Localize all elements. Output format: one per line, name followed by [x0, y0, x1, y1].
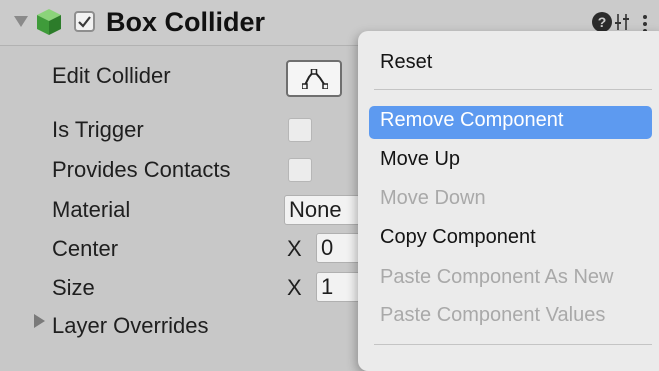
menu-item-remove-component-label: Remove Component — [380, 109, 564, 131]
provides-contacts-checkbox[interactable] — [288, 158, 312, 182]
menu-separator — [374, 89, 652, 90]
menu-item-remove-component[interactable]: Remove Component — [369, 106, 652, 139]
help-icon[interactable]: ? — [591, 11, 613, 33]
menu-item-paste-as-new: Paste Component As New — [380, 266, 614, 288]
material-label: Material — [52, 197, 131, 222]
provides-contacts-label: Provides Contacts — [52, 157, 231, 182]
menu-item-paste-values: Paste Component Values — [380, 304, 606, 326]
foldout-arrow-icon[interactable] — [14, 16, 28, 27]
layer-overrides-foldout-icon[interactable] — [34, 314, 45, 328]
checkmark-icon — [78, 16, 91, 28]
edit-collider-button[interactable] — [286, 60, 342, 97]
center-x-axis-label: X — [287, 236, 302, 261]
size-x-axis-label: X — [287, 275, 302, 300]
layer-overrides-label[interactable]: Layer Overrides — [52, 313, 209, 339]
is-trigger-label: Is Trigger — [52, 117, 144, 142]
presets-icon[interactable] — [613, 10, 635, 32]
svg-text:?: ? — [598, 14, 607, 30]
is-trigger-checkbox[interactable] — [288, 118, 312, 142]
center-label: Center — [52, 236, 119, 261]
menu-item-move-up[interactable]: Move Up — [380, 148, 460, 171]
size-label: Size — [52, 275, 95, 300]
menu-item-move-down: Move Down — [380, 187, 486, 209]
edit-bounds-icon — [302, 69, 328, 89]
menu-separator — [374, 344, 652, 345]
menu-item-copy-component[interactable]: Copy Component — [380, 226, 536, 249]
menu-item-reset[interactable]: Reset — [380, 51, 432, 74]
component-title: Box Collider — [106, 7, 266, 37]
edit-collider-label: Edit Collider — [52, 63, 171, 88]
cube-icon — [37, 9, 61, 35]
component-context-menu: Reset Remove Component Move Up Move Down… — [358, 31, 659, 371]
inspector-panel: Box Collider ? Edit Collider Is Trigger — [0, 0, 659, 371]
component-enabled-checkbox[interactable] — [74, 11, 95, 32]
